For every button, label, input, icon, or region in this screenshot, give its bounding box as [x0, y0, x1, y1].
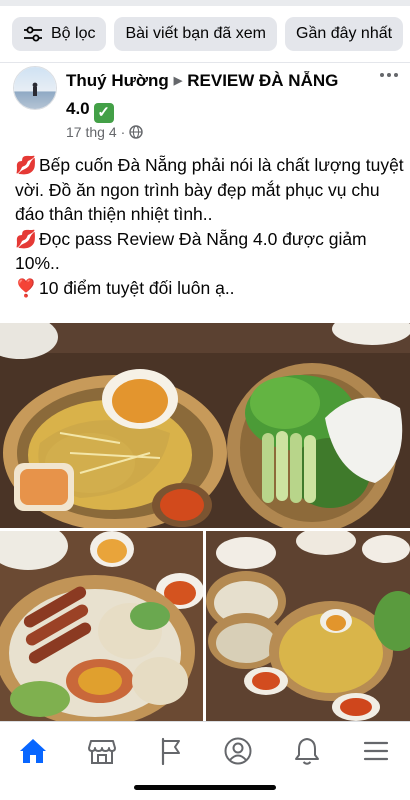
tab-menu[interactable]	[356, 731, 396, 771]
notifications-bell-icon	[295, 738, 319, 765]
filter-chip-label: Bộ lọc	[51, 25, 96, 42]
kiss-lips-emoji: 💋	[15, 155, 37, 175]
tab-profile[interactable]	[218, 731, 258, 771]
more-options-icon[interactable]	[374, 66, 404, 84]
post-line-text: Bếp cuốn Đà Nẵng phải nói là chất lượng …	[15, 155, 404, 224]
tab-home[interactable]	[13, 731, 53, 771]
verified-check-icon: ✓	[93, 103, 114, 123]
filter-chips: Bộ lọc Bài viết bạn đã xem Gần đây nhất	[0, 0, 410, 62]
home-indicator[interactable]	[134, 785, 276, 790]
filter-chip-bo-loc[interactable]: Bộ lọc	[12, 17, 107, 51]
divider	[0, 62, 410, 63]
arrow-right-icon: ▶	[173, 75, 183, 87]
photo-2[interactable]	[0, 531, 203, 721]
filter-chip-most-recent[interactable]: Gần đây nhất	[285, 17, 404, 51]
profile-icon	[224, 737, 252, 765]
avatar[interactable]	[13, 66, 57, 110]
home-icon	[20, 739, 46, 763]
globe-icon	[129, 125, 143, 139]
post-photos	[0, 323, 410, 721]
menu-icon	[363, 741, 389, 761]
post-text: 💋 Bếp cuốn Đà Nẵng phải nói là chất lượng…	[15, 153, 405, 300]
pages-flag-icon	[161, 737, 180, 765]
post-line-text: Đọc pass Review Đà Nẵng 4.0 được giảm 10…	[15, 228, 367, 274]
post-author-line: Thuý Hường ▶ REVIEW ĐÀ NẴNG 4.0 ✓	[66, 67, 366, 123]
author-name[interactable]: Thuý Hường	[66, 71, 169, 90]
photo-1[interactable]	[0, 323, 410, 528]
tab-pages[interactable]	[150, 731, 190, 771]
post-meta: 17 thg 4 ·	[66, 124, 143, 140]
post-line: 💋 Bếp cuốn Đà Nẵng phải nói là chất lượng…	[15, 153, 405, 227]
post-date[interactable]: 17 thg 4	[66, 124, 117, 140]
sliders-icon	[24, 26, 42, 42]
photo-3[interactable]	[206, 531, 410, 721]
post-line: 💋 Đọc pass Review Đà Nẵng 4.0 được giảm 1…	[15, 227, 405, 276]
tab-marketplace[interactable]	[82, 731, 122, 771]
post-line: ❣️ 10 điểm tuyệt đối luôn ạ..	[15, 276, 405, 301]
tab-notifications[interactable]	[287, 731, 327, 771]
marketplace-icon	[88, 740, 116, 764]
post-line-text: 10 điểm tuyệt đối luôn ạ..	[39, 277, 235, 298]
kiss-lips-emoji: 💋	[15, 228, 37, 249]
filter-chip-viewed-posts[interactable]: Bài viết bạn đã xem	[114, 17, 277, 51]
filter-chip-label: Bài viết bạn đã xem	[125, 25, 266, 42]
avatar-photo	[14, 67, 56, 109]
heart-exclamation-emoji: ❣️	[15, 277, 37, 298]
filter-chip-label: Gần đây nhất	[296, 25, 393, 42]
meta-separator: ·	[120, 124, 126, 140]
